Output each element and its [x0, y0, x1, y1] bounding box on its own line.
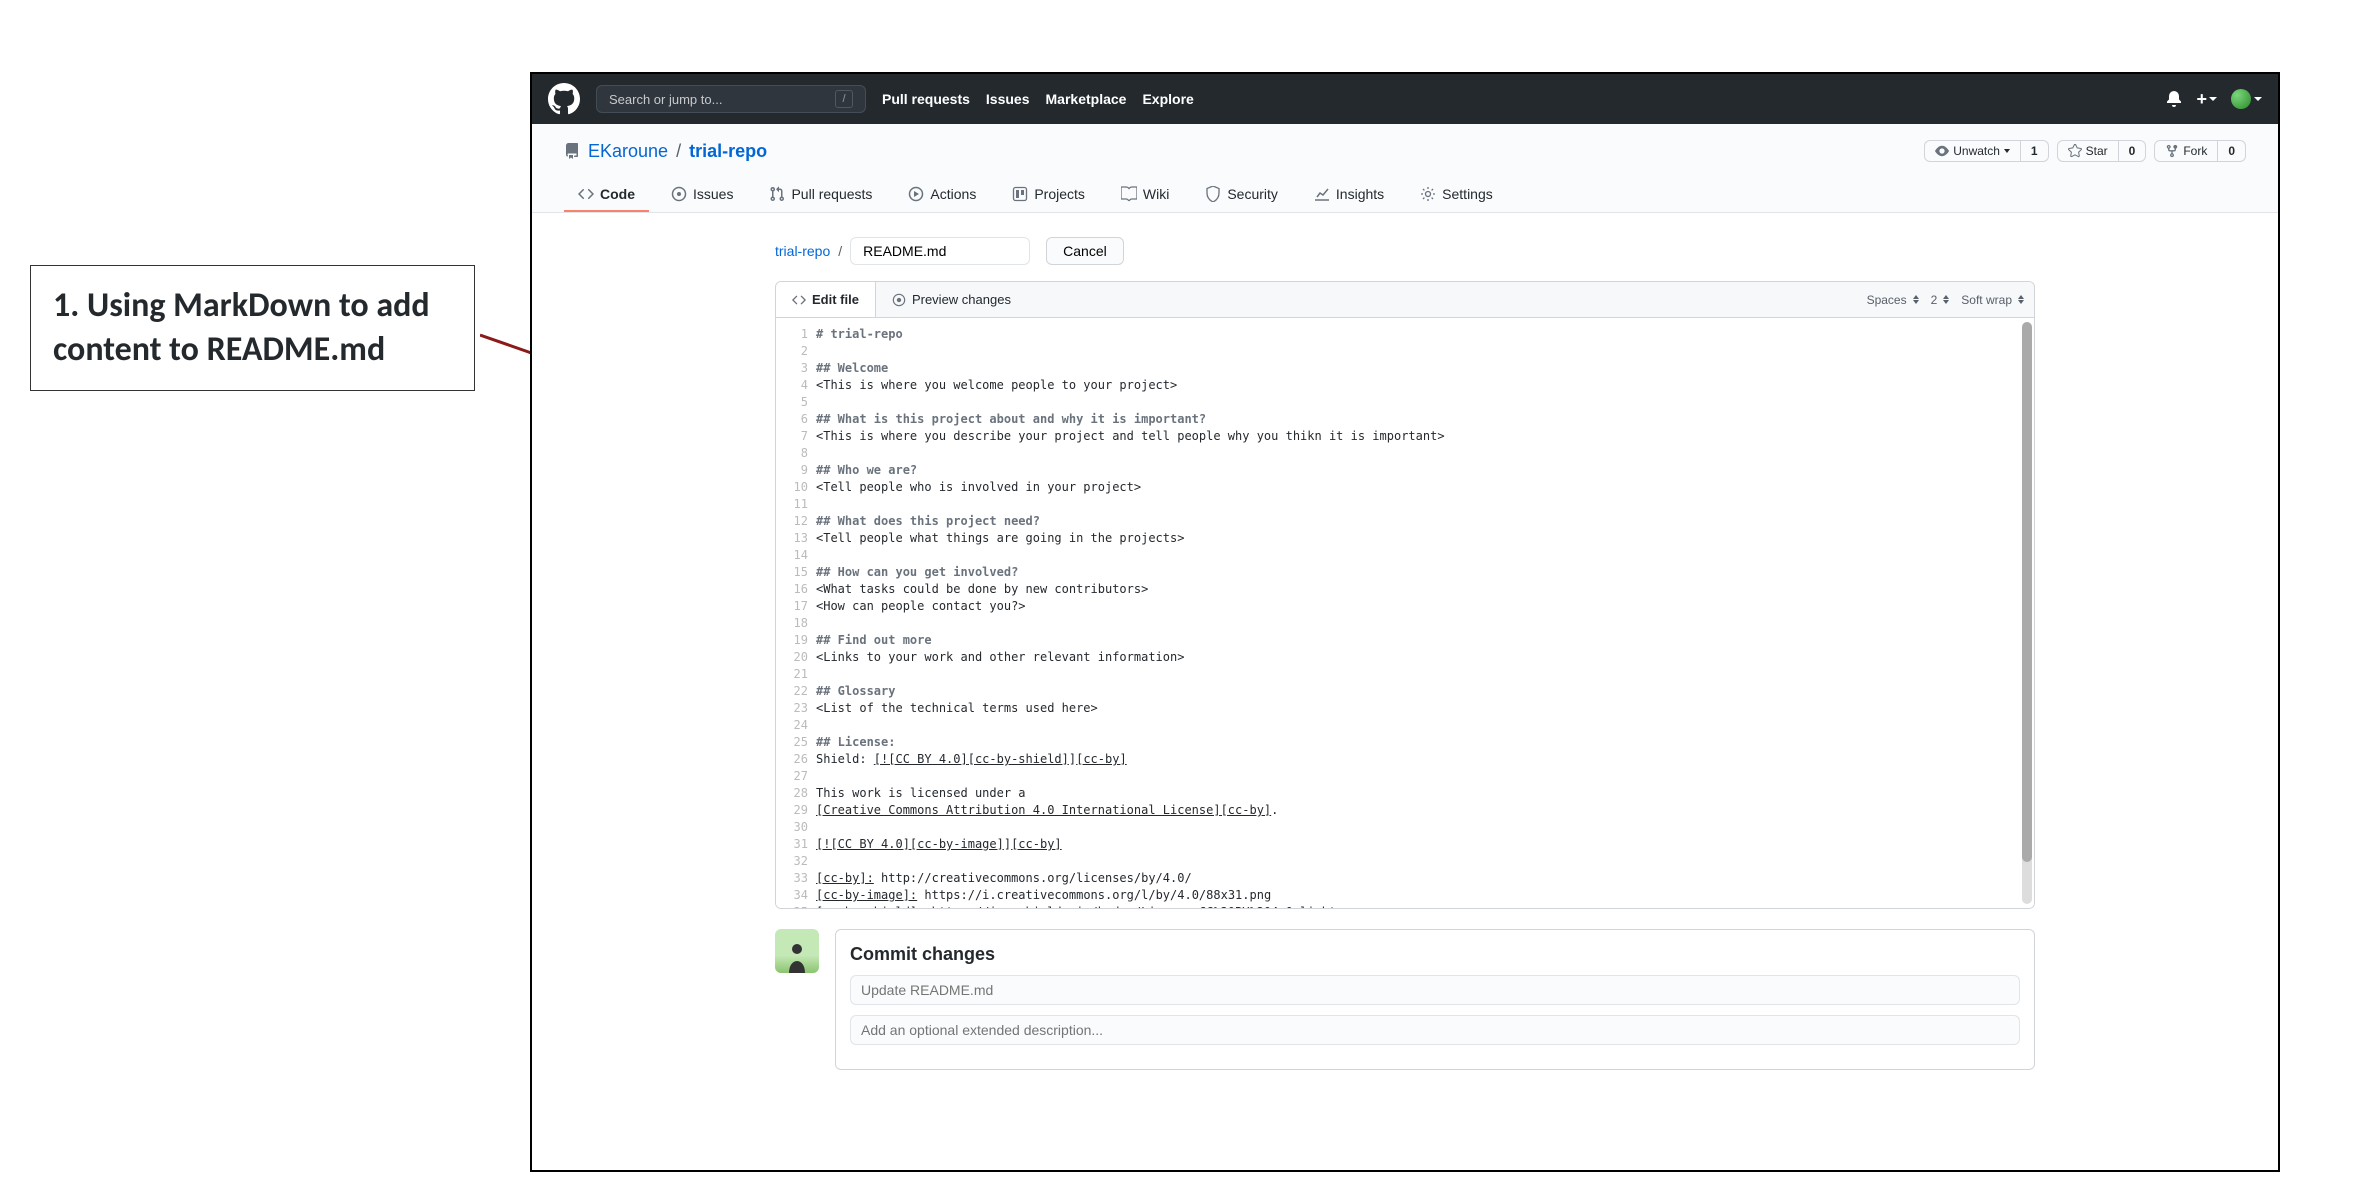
- commit-summary-input[interactable]: [850, 975, 2020, 1005]
- repo-icon: [564, 143, 580, 159]
- watch-count[interactable]: 1: [2021, 140, 2049, 162]
- nav-issues[interactable]: Issues: [986, 91, 1030, 107]
- code-editor[interactable]: 1234567891011121314151617181920212223242…: [776, 318, 2034, 908]
- indent-size-select[interactable]: 2: [1931, 293, 1950, 307]
- tab-insights[interactable]: Insights: [1300, 178, 1398, 212]
- commit-description-input[interactable]: [850, 1015, 2020, 1045]
- tab-settings[interactable]: Settings: [1406, 178, 1507, 212]
- unwatch-button[interactable]: Unwatch: [1924, 140, 2021, 162]
- editor-panel: Edit file Preview changes Spaces 2 Soft …: [775, 281, 2035, 909]
- commit-section: Commit changes: [775, 929, 2035, 1070]
- breadcrumb-root-link[interactable]: trial-repo: [775, 243, 830, 259]
- create-menu[interactable]: +: [2196, 89, 2217, 110]
- cancel-button[interactable]: Cancel: [1046, 237, 1124, 265]
- github-logo-icon[interactable]: [548, 83, 580, 115]
- star-count[interactable]: 0: [2119, 140, 2147, 162]
- code-content[interactable]: # trial-repo ## Welcome<This is where yo…: [816, 318, 2034, 908]
- tab-security[interactable]: Security: [1191, 178, 1292, 212]
- main-content: trial-repo / Cancel Edit file Preview ch…: [532, 213, 2278, 1094]
- fork-button[interactable]: Fork: [2154, 140, 2218, 162]
- file-breadcrumb: trial-repo / Cancel: [775, 237, 2035, 265]
- global-nav: Pull requests Issues Marketplace Explore: [882, 91, 1194, 107]
- repo-tabs: Code Issues Pull requests Actions Projec…: [564, 178, 2246, 212]
- wrap-mode-select[interactable]: Soft wrap: [1961, 293, 2024, 307]
- commit-title: Commit changes: [850, 944, 2020, 965]
- edit-file-tab[interactable]: Edit file: [776, 282, 876, 317]
- commit-avatar-icon: [775, 929, 819, 973]
- avatar-menu[interactable]: [2231, 89, 2262, 109]
- commit-form: Commit changes: [835, 929, 2035, 1070]
- tab-issues[interactable]: Issues: [657, 178, 747, 212]
- tab-projects[interactable]: Projects: [998, 178, 1099, 212]
- scrollbar-thumb[interactable]: [2022, 322, 2032, 862]
- global-header: Search or jump to... / Pull requests Iss…: [532, 74, 2278, 124]
- preview-changes-tab[interactable]: Preview changes: [876, 282, 1027, 317]
- repo-name-link[interactable]: trial-repo: [689, 141, 767, 162]
- tab-code[interactable]: Code: [564, 178, 649, 212]
- fork-count[interactable]: 0: [2218, 140, 2246, 162]
- repo-owner-link[interactable]: EKaroune: [588, 141, 668, 162]
- line-gutter: 1234567891011121314151617181920212223242…: [776, 318, 816, 908]
- search-placeholder: Search or jump to...: [609, 92, 722, 107]
- slash-key-icon: /: [835, 90, 853, 108]
- nav-pull-requests[interactable]: Pull requests: [882, 91, 970, 107]
- filename-input[interactable]: [850, 237, 1030, 265]
- tab-wiki[interactable]: Wiki: [1107, 178, 1183, 212]
- bell-icon[interactable]: [2166, 91, 2182, 107]
- indent-mode-select[interactable]: Spaces: [1867, 293, 1919, 307]
- tab-pull-requests[interactable]: Pull requests: [755, 178, 886, 212]
- github-window: Search or jump to... / Pull requests Iss…: [530, 72, 2280, 1172]
- tab-actions[interactable]: Actions: [894, 178, 990, 212]
- annotation-callout: 1. Using MarkDown to add content to READ…: [30, 265, 475, 391]
- search-input[interactable]: Search or jump to... /: [596, 85, 866, 113]
- star-button[interactable]: Star: [2057, 140, 2119, 162]
- repo-header: EKaroune / trial-repo Unwatch 1 Star 0 F…: [532, 124, 2278, 213]
- avatar-icon: [2231, 89, 2251, 109]
- nav-marketplace[interactable]: Marketplace: [1046, 91, 1127, 107]
- repo-breadcrumb: EKaroune / trial-repo: [564, 141, 767, 162]
- nav-explore[interactable]: Explore: [1142, 91, 1193, 107]
